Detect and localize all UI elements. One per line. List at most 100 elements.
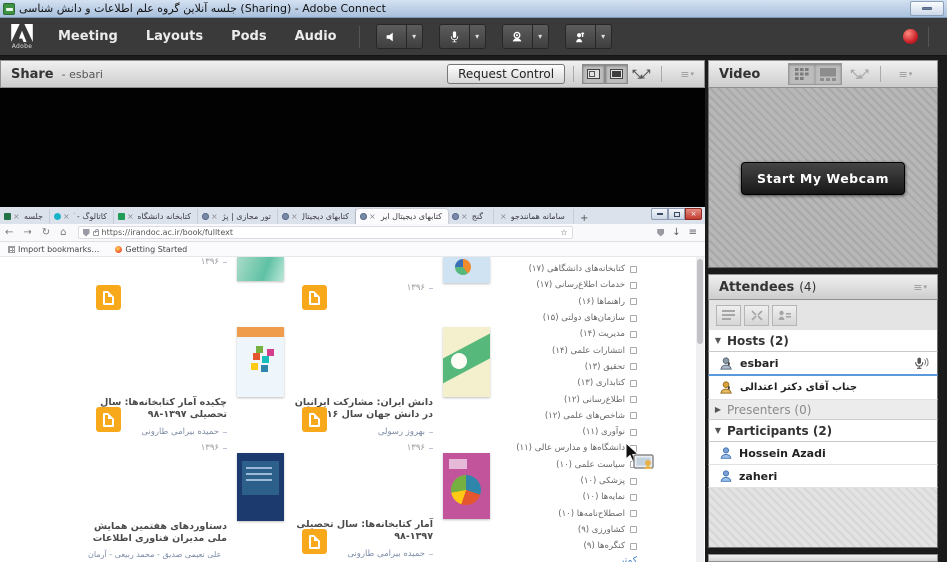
- collapse-arrow-icon[interactable]: ▼: [709, 336, 727, 345]
- share-view-toggle-full-icon[interactable]: [605, 64, 628, 84]
- browser-minimize-button[interactable]: [651, 208, 668, 220]
- category-filter[interactable]: خدمات اطلاع‌رسانی (۱۷): [487, 277, 637, 293]
- tab-close-icon[interactable]: ×: [291, 212, 298, 221]
- browser-tab[interactable]: × کاتالوگ - کانیمو: [50, 209, 114, 224]
- attendee-status-view-icon[interactable]: [772, 305, 797, 326]
- url-text[interactable]: https://irandoc.ac.ir/book/fulltext: [102, 228, 558, 237]
- forward-icon[interactable]: →: [23, 227, 31, 238]
- video-grid-view-icon[interactable]: [789, 64, 815, 84]
- tab-close-icon[interactable]: ×: [211, 212, 218, 221]
- book-author[interactable]: بهروز رسولی: [378, 427, 425, 437]
- menu-pods[interactable]: Pods: [217, 18, 281, 56]
- category-filter[interactable]: سازمان‌های دولتی (۱۵): [487, 310, 637, 326]
- category-filter[interactable]: کتابخانه‌های دانشگاهی (۱۷): [487, 261, 637, 277]
- category-filter[interactable]: راهنماها (۱۶): [487, 294, 637, 310]
- checkbox[interactable]: [630, 412, 637, 419]
- downloads-icon[interactable]: ↓: [672, 227, 680, 238]
- checkbox[interactable]: [630, 510, 637, 517]
- video-fullscreen-icon[interactable]: ⤡⤢: [850, 67, 867, 82]
- menu-layouts[interactable]: Layouts: [132, 18, 217, 56]
- speaker-dropdown[interactable]: ▾: [407, 24, 423, 49]
- checkbox[interactable]: [630, 315, 637, 322]
- tab-close-icon[interactable]: ×: [13, 212, 20, 221]
- reload-icon[interactable]: ↻: [42, 227, 50, 238]
- tab-close-icon[interactable]: ×: [127, 212, 134, 221]
- browser-tab[interactable]: × کتابخانه دانشگاه شهید بهشتی: [114, 209, 198, 224]
- category-filter[interactable]: کتابداری (۱۳): [487, 375, 637, 391]
- book-item[interactable]: آمار کتابخانه‌ها: سال تحصیلی ۱۳۹۷-۹۸ حمی…: [294, 453, 490, 562]
- book-authors-list[interactable]: علی نعیمی صدیق - محمد ربیعی - آرمان ساجد…: [88, 550, 227, 562]
- expand-arrow-icon[interactable]: ▶: [709, 405, 727, 414]
- category-filter[interactable]: پزشکی (۱۰): [487, 473, 637, 489]
- video-pod-menu-icon[interactable]: ≡▾: [899, 68, 913, 81]
- attendee-list-view-icon[interactable]: [716, 305, 741, 326]
- book-item-partial[interactable]: ۱۳۹۶: [294, 257, 490, 305]
- pdf-download-icon[interactable]: [302, 407, 327, 432]
- browser-tab-active[interactable]: × کتابهای دیجیتال ایرانداک: [356, 209, 448, 224]
- category-filter[interactable]: شاخص‌های علمی (۱۲): [487, 408, 637, 424]
- book-author[interactable]: حمیده بیرامی طارونی: [347, 549, 425, 559]
- presenters-group-header[interactable]: ▶ Presenters (0): [708, 400, 938, 420]
- checkbox[interactable]: [630, 331, 637, 338]
- category-filter[interactable]: کشاورزی (۹): [487, 522, 637, 538]
- browser-tab[interactable]: × کتابهای دیجیتال ایرانداک: [278, 209, 356, 224]
- checkbox[interactable]: [630, 494, 637, 501]
- browser-close-button[interactable]: ×: [685, 208, 702, 220]
- category-filter[interactable]: دانشگاه‌ها و مدارس عالی (۱۱): [487, 440, 637, 456]
- category-filter[interactable]: اطلاع‌رسانی (۱۲): [487, 391, 637, 407]
- category-filter[interactable]: اصطلاح‌نامه‌ها (۱۰): [487, 505, 637, 521]
- checkbox[interactable]: [630, 396, 637, 403]
- pdf-download-icon[interactable]: [96, 407, 121, 432]
- tab-close-icon[interactable]: ×: [500, 212, 507, 221]
- checkbox[interactable]: [630, 347, 637, 354]
- book-item-partial[interactable]: ۱۳۹۶: [88, 257, 284, 305]
- browser-tab[interactable]: × سامانه همانندجو: [494, 209, 574, 224]
- checkbox[interactable]: [630, 478, 637, 485]
- share-pod-menu-icon[interactable]: ≡▾: [680, 68, 694, 81]
- minimize-button[interactable]: [910, 1, 944, 16]
- book-cover[interactable]: [237, 453, 284, 521]
- browser-tab[interactable]: × گنج: [448, 209, 494, 224]
- checkbox[interactable]: [630, 298, 637, 305]
- tab-close-icon[interactable]: ×: [461, 212, 468, 221]
- tab-close-icon[interactable]: ×: [369, 212, 376, 221]
- book-title[interactable]: دستاوردهای هفتمین همایش ملی مدیران فناور…: [88, 521, 227, 545]
- book-item[interactable]: دانش ایران: مشارکت ایرانیان در دانش جهان…: [294, 327, 490, 451]
- share-view-toggle-windowed-icon[interactable]: [582, 64, 605, 84]
- menu-meeting[interactable]: Meeting: [44, 18, 132, 56]
- breakout-view-icon[interactable]: [744, 305, 769, 326]
- attendee-row-esbari[interactable]: esbari: [708, 352, 938, 376]
- page-scrollbar[interactable]: [696, 257, 704, 562]
- new-tab-button[interactable]: +: [574, 213, 594, 224]
- adobe-logo-icon[interactable]: Adobe: [0, 18, 44, 56]
- attendees-pod-menu-icon[interactable]: ≡▾: [913, 281, 927, 294]
- bookmark-getting-started[interactable]: Getting Started: [115, 245, 187, 254]
- category-filter[interactable]: مدیریت (۱۴): [487, 326, 637, 342]
- category-filter[interactable]: نمایه‌ها (۱۰): [487, 489, 637, 505]
- checkbox[interactable]: [630, 445, 637, 452]
- book-item[interactable]: چکیده آمار کتابخانه‌ها: سال تحصیلی ۱۳۹۷-…: [88, 327, 284, 451]
- book-author[interactable]: حمیده بیرامی طارونی: [141, 427, 219, 437]
- pdf-download-icon[interactable]: [302, 285, 327, 310]
- tracking-shield-icon[interactable]: [83, 229, 90, 237]
- category-filter[interactable]: انتشارات علمی (۱۴): [487, 342, 637, 358]
- checkbox[interactable]: [630, 526, 637, 533]
- video-filmstrip-view-icon[interactable]: [815, 64, 841, 84]
- attendee-row-hossein-azadi[interactable]: Hossein Azadi: [708, 442, 938, 465]
- pdf-download-icon[interactable]: [302, 529, 327, 554]
- checkbox[interactable]: [630, 363, 637, 370]
- tab-close-icon[interactable]: ×: [63, 212, 70, 221]
- hosts-group-header[interactable]: ▼ Hosts (2): [708, 330, 938, 352]
- webcam-dropdown[interactable]: ▾: [533, 24, 549, 49]
- back-icon[interactable]: ←: [5, 227, 13, 238]
- category-filter[interactable]: نوآوری (۱۱): [487, 424, 637, 440]
- attendee-row-zaheri[interactable]: zaheri: [708, 465, 938, 488]
- browser-maximize-button[interactable]: [668, 208, 685, 220]
- browser-tab[interactable]: × جلسه آنلاین گروه علم: [0, 209, 50, 224]
- start-my-webcam-button[interactable]: Start My Webcam: [741, 162, 905, 195]
- category-filter[interactable]: تحقیق (۱۳): [487, 359, 637, 375]
- speaker-button[interactable]: [376, 24, 407, 49]
- bookmark-import[interactable]: Import bookmarks…: [8, 245, 99, 254]
- attendee-row-host2[interactable]: جناب آقای دکتر اعتدالی: [708, 376, 938, 400]
- app-menu-icon[interactable]: ≡: [689, 227, 697, 238]
